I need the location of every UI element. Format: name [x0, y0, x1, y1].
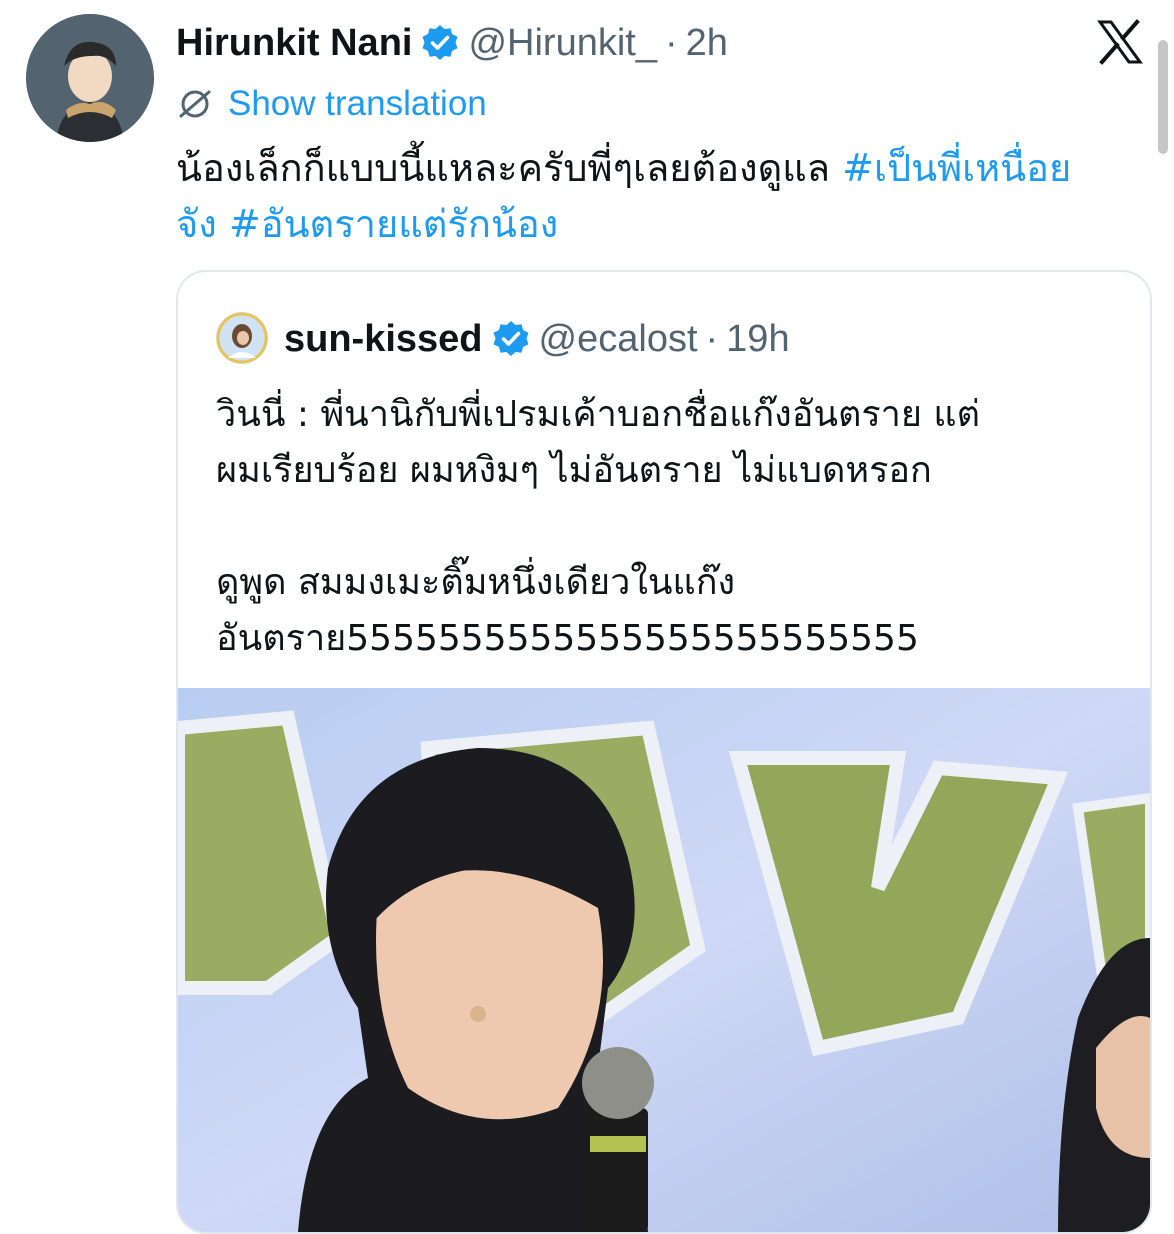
quoted-author-avatar[interactable]: [216, 312, 268, 364]
scrollbar-thumb[interactable]: [1158, 40, 1168, 154]
post-timestamp[interactable]: 2h: [686, 22, 728, 65]
post-header: Hirunkit Nani @Hirunkit_ · 2h: [176, 18, 728, 68]
separator-dot: ·: [664, 21, 678, 64]
post-text: น้องเล็กก็แบบนี้แหละครับพี่ๆเลยต้องดูแล: [176, 146, 831, 190]
author-avatar[interactable]: [26, 14, 154, 142]
x-logo-icon[interactable]: [1096, 18, 1144, 66]
author-handle[interactable]: @Hirunkit_: [468, 22, 657, 65]
hashtag-link[interactable]: #อันตรายแต่รักน้อง: [229, 202, 558, 246]
verified-badge-icon: [420, 23, 460, 63]
quoted-author-name[interactable]: sun-kissed: [284, 318, 483, 361]
quoted-post-header: sun-kissed @ecalost · 19h: [284, 312, 790, 366]
quoted-media-image[interactable]: [178, 688, 1150, 1232]
author-name[interactable]: Hirunkit Nani: [176, 22, 412, 65]
show-translation-label[interactable]: Show translation: [228, 84, 487, 124]
globe-slash-icon: [176, 85, 214, 123]
quoted-text-line: ผมเรียบร้อย ผมหงิมๆ ไม่อันตราย ไม่แบดหรอ…: [216, 450, 932, 491]
separator-dot: ·: [705, 317, 719, 360]
verified-badge-icon: [491, 319, 531, 359]
quoted-post-body: วินนี่ : พี่นานิกับพี่เปรมเค้าบอกชื่อแก๊…: [216, 387, 1116, 667]
quoted-text-line: อันตราย5555555555555555555555555: [216, 618, 919, 659]
quoted-author-handle[interactable]: @ecalost: [539, 318, 698, 361]
quoted-text-line: ดูพูด สมมงเมะติ๊มหนึ่งเดียวในแก๊ง: [216, 562, 736, 603]
post-body: น้องเล็กก็แบบนี้แหละครับพี่ๆเลยต้องดูแล …: [176, 140, 1076, 252]
quoted-post-card[interactable]: sun-kissed @ecalost · 19h วินนี่ : พี่นา…: [176, 270, 1152, 1234]
quoted-text-line: วินนี่ : พี่นานิกับพี่เปรมเค้าบอกชื่อแก๊…: [216, 394, 980, 435]
show-translation-link[interactable]: Show translation: [176, 80, 487, 128]
quoted-post-timestamp[interactable]: 19h: [726, 318, 789, 361]
